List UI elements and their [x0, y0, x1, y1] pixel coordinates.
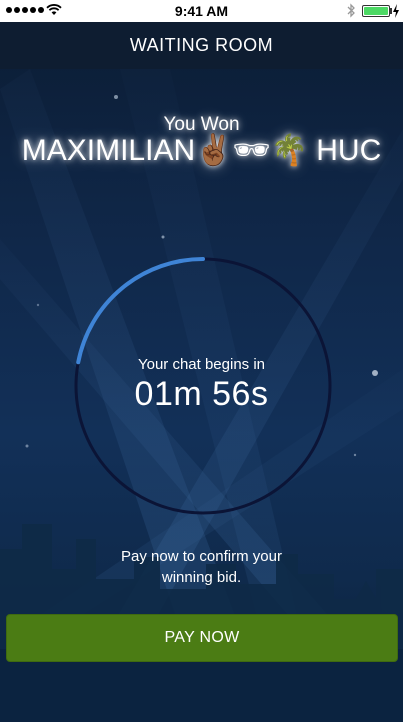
countdown-label: Your chat begins in	[137, 356, 266, 373]
page-title: WAITING ROOM	[0, 22, 403, 69]
winner-name: MAXIMILIAN✌🏾🕶🌴 HUC	[21, 134, 382, 167]
pay-now-button[interactable]: PAY NOW	[6, 614, 398, 662]
charging-bolt-icon	[393, 4, 399, 18]
status-time: 9:41 AM	[174, 3, 229, 19]
status-bar: 9:41 AM	[0, 0, 403, 22]
battery-icon	[362, 5, 390, 17]
bluetooth-icon	[347, 3, 355, 18]
pay-message: Pay now to confirm your winning bid.	[121, 548, 282, 586]
waiting-room-screen: 9:41 AM WAITING ROOM You Won MAXIMILIAN✌…	[0, 0, 403, 722]
countdown-value: 01m 56s	[134, 375, 269, 413]
